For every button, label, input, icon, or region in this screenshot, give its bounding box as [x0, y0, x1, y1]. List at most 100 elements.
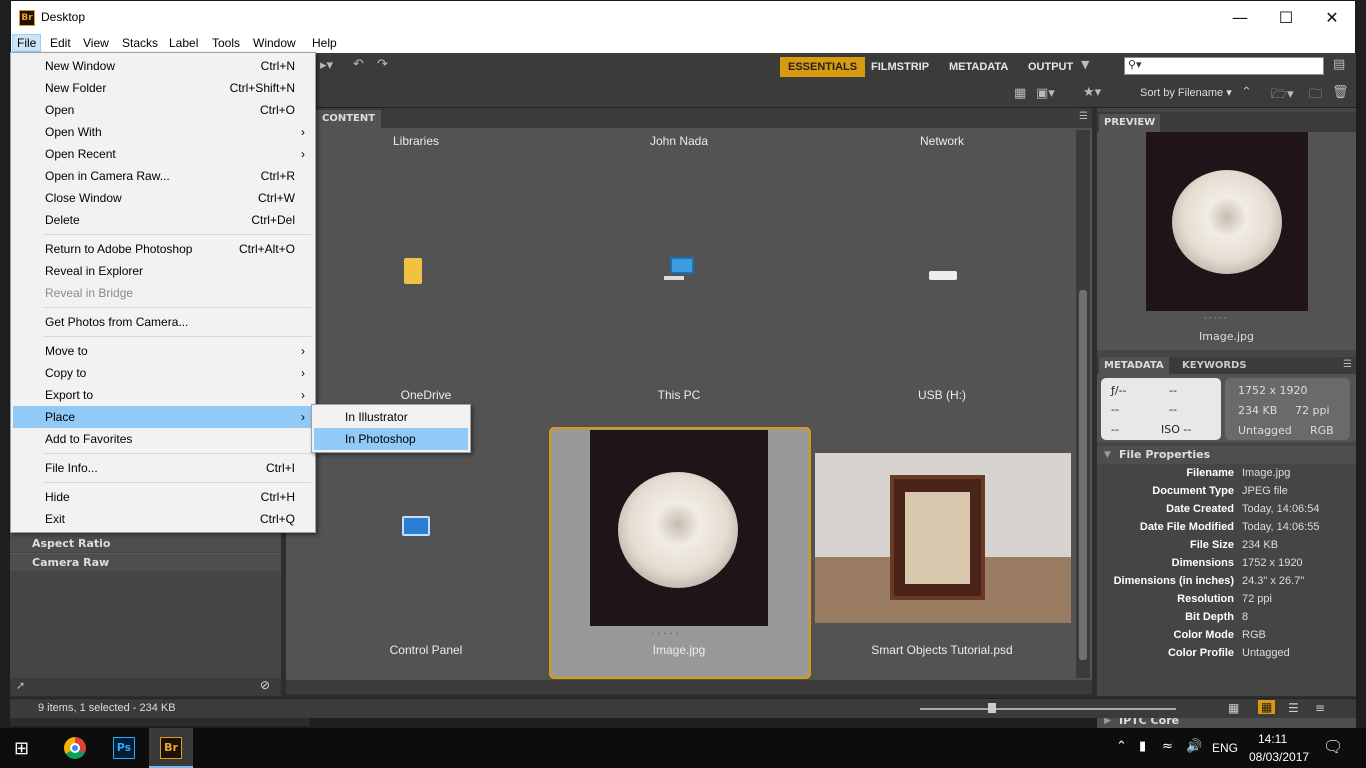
menu-item-reveal-explorer[interactable]: Reveal in Explorer [13, 260, 313, 282]
preview-image[interactable] [1146, 132, 1308, 311]
tab-keywords[interactable]: KEYWORDS [1177, 357, 1252, 375]
menu-item-open-with[interactable]: Open With › [13, 121, 313, 143]
workspace-output[interactable]: OUTPUT [1028, 57, 1073, 77]
content-hscrollbar[interactable] [286, 680, 1092, 694]
menu-item-add-favorites[interactable]: Add to Favorites [13, 428, 313, 450]
image-thumbnail[interactable] [590, 430, 768, 626]
photoshop-icon[interactable]: Ps [113, 737, 135, 759]
folder-icon[interactable] [404, 258, 422, 284]
item-label[interactable]: This PC [549, 388, 809, 402]
pin-icon[interactable]: ➚ [16, 679, 25, 692]
grid-lock-icon[interactable]: ▦ [1228, 701, 1239, 715]
menu-item-copy-to[interactable]: Copy to › [13, 362, 313, 384]
menu-item-exit[interactable]: Exit Ctrl+Q [13, 508, 313, 530]
minimize-icon[interactable]: — [1217, 1, 1263, 34]
bridge-taskbar-button[interactable]: Br [149, 728, 193, 768]
clock-date[interactable]: 08/03/2017 [1249, 750, 1309, 764]
menu-item-return-photoshop[interactable]: Return to Adobe Photoshop Ctrl+Alt+O [13, 238, 313, 260]
star-filter-icon[interactable]: ★▾ [1083, 85, 1101, 100]
filter-aspect-ratio[interactable]: Aspect Ratio [10, 534, 281, 552]
item-label[interactable]: Smart Objects Tutorial.psd [812, 643, 1072, 657]
submenu-item-in-illustrator[interactable]: In Illustrator [314, 406, 468, 428]
menu-item-export-to[interactable]: Export to › [13, 384, 313, 406]
search-input[interactable]: ⚲▾ [1124, 57, 1324, 75]
thumbnail-view-icon[interactable]: ▣▾ [1036, 86, 1055, 101]
new-folder-icon[interactable]: 🗀 [1309, 85, 1322, 107]
menu-help[interactable]: Help [308, 34, 341, 52]
menu-item-new-window[interactable]: New Window Ctrl+N [13, 55, 313, 77]
item-label[interactable]: Libraries [286, 134, 546, 148]
psd-thumbnail[interactable] [815, 453, 1071, 623]
item-label[interactable]: Network [812, 134, 1072, 148]
clear-filter-icon[interactable]: ⊘ [260, 678, 270, 692]
menu-file[interactable]: File [12, 34, 42, 52]
item-label[interactable]: USB (H:) [812, 388, 1072, 402]
menu-item-file-info[interactable]: File Info... Ctrl+I [13, 457, 313, 479]
network-drive-icon[interactable] [929, 271, 957, 280]
menu-item-open-camera-raw[interactable]: Open in Camera Raw... Ctrl+R [13, 165, 313, 187]
wifi-icon[interactable]: ≈ [1162, 739, 1173, 754]
item-label[interactable]: Control Panel [296, 643, 556, 657]
panel-menu-icon[interactable]: ☰ [1343, 359, 1352, 370]
windows-start-icon[interactable]: ⊞ [14, 738, 29, 759]
view-thumbnails-icon[interactable]: ▦ [1258, 700, 1276, 714]
content-scrollbar[interactable] [1076, 130, 1090, 678]
close-icon[interactable]: ✕ [1309, 1, 1355, 34]
menu-edit[interactable]: Edit [46, 34, 75, 52]
sort-ascending-icon[interactable]: ⌃ [1241, 85, 1252, 100]
quality-icon[interactable]: ▦ [1014, 86, 1026, 101]
menu-item-move-to[interactable]: Move to › [13, 340, 313, 362]
clock-time[interactable]: 14:11 [1258, 732, 1287, 746]
menu-item-delete[interactable]: Delete Ctrl+Del [13, 209, 313, 231]
workspace-metadata[interactable]: METADATA [949, 57, 1008, 77]
refine-icon[interactable]: ▸▾ [320, 58, 333, 73]
slider-handle[interactable] [988, 703, 996, 713]
menu-window[interactable]: Window [249, 34, 300, 52]
sort-dropdown[interactable]: Sort by Filename ▾ [1140, 86, 1232, 99]
item-label[interactable]: John Nada [549, 134, 809, 148]
workspace-essentials[interactable]: ESSENTIALS [780, 57, 866, 77]
menu-view[interactable]: View [79, 34, 113, 52]
tab-preview[interactable]: PREVIEW [1099, 114, 1161, 132]
submenu-item-in-photoshop[interactable]: In Photoshop [314, 428, 468, 450]
thumbnail-size-slider[interactable] [920, 708, 1176, 710]
menu-item-new-folder[interactable]: New Folder Ctrl+Shift+N [13, 77, 313, 99]
recent-folder-icon[interactable]: 🗁▾ [1271, 85, 1294, 107]
menu-stacks[interactable]: Stacks [118, 34, 162, 52]
menu-item-get-photos[interactable]: Get Photos from Camera... [13, 311, 313, 333]
tab-content[interactable]: CONTENT [316, 110, 382, 128]
menu-item-open[interactable]: Open Ctrl+O [13, 99, 313, 121]
chevron-up-icon[interactable]: ⌃ [1116, 739, 1127, 754]
view-list-icon[interactable]: ≡ [1315, 701, 1325, 715]
chrome-icon[interactable] [64, 737, 86, 759]
language-indicator[interactable]: ENG [1212, 741, 1238, 755]
menu-item-close-window[interactable]: Close Window Ctrl+W [13, 187, 313, 209]
computer-icon[interactable] [670, 257, 694, 274]
rating-dots[interactable]: ····· [651, 629, 682, 640]
rotate-left-icon[interactable]: ↶ [353, 57, 364, 72]
tab-metadata[interactable]: METADATA [1099, 357, 1169, 375]
file-properties-header[interactable]: ▼ File Properties [1097, 446, 1356, 464]
selected-thumbnail-cell[interactable]: ····· [549, 427, 811, 679]
menu-tools[interactable]: Tools [208, 34, 244, 52]
compact-mode-icon[interactable]: ▤ [1333, 57, 1345, 72]
workspace-filmstrip[interactable]: FILMSTRIP [871, 57, 929, 77]
scrollbar-thumb[interactable] [1079, 290, 1087, 660]
workspace-dropdown-icon[interactable]: ▼ [1081, 58, 1089, 71]
maximize-icon[interactable]: ☐ [1263, 1, 1309, 34]
preview-rating-dots[interactable]: ····· [1204, 314, 1228, 324]
control-panel-icon[interactable] [402, 516, 430, 536]
panel-menu-icon[interactable]: ☰ [1079, 111, 1088, 122]
view-details-icon[interactable]: ☰ [1288, 701, 1299, 715]
menu-label[interactable]: Label [165, 34, 202, 52]
notifications-icon[interactable]: 🗨 [1323, 737, 1343, 756]
menu-item-place[interactable]: Place › [13, 406, 313, 428]
item-label[interactable]: Image.jpg [549, 643, 809, 657]
volume-icon[interactable]: 🔊 [1186, 739, 1202, 754]
menu-item-open-recent[interactable]: Open Recent › [13, 143, 313, 165]
battery-icon[interactable]: ▮ [1139, 739, 1146, 754]
rotate-right-icon[interactable]: ↷ [377, 57, 388, 72]
menu-item-hide[interactable]: Hide Ctrl+H [13, 486, 313, 508]
trash-icon[interactable]: 🗑 [1332, 85, 1349, 100]
item-label[interactable]: OneDrive [296, 388, 556, 402]
